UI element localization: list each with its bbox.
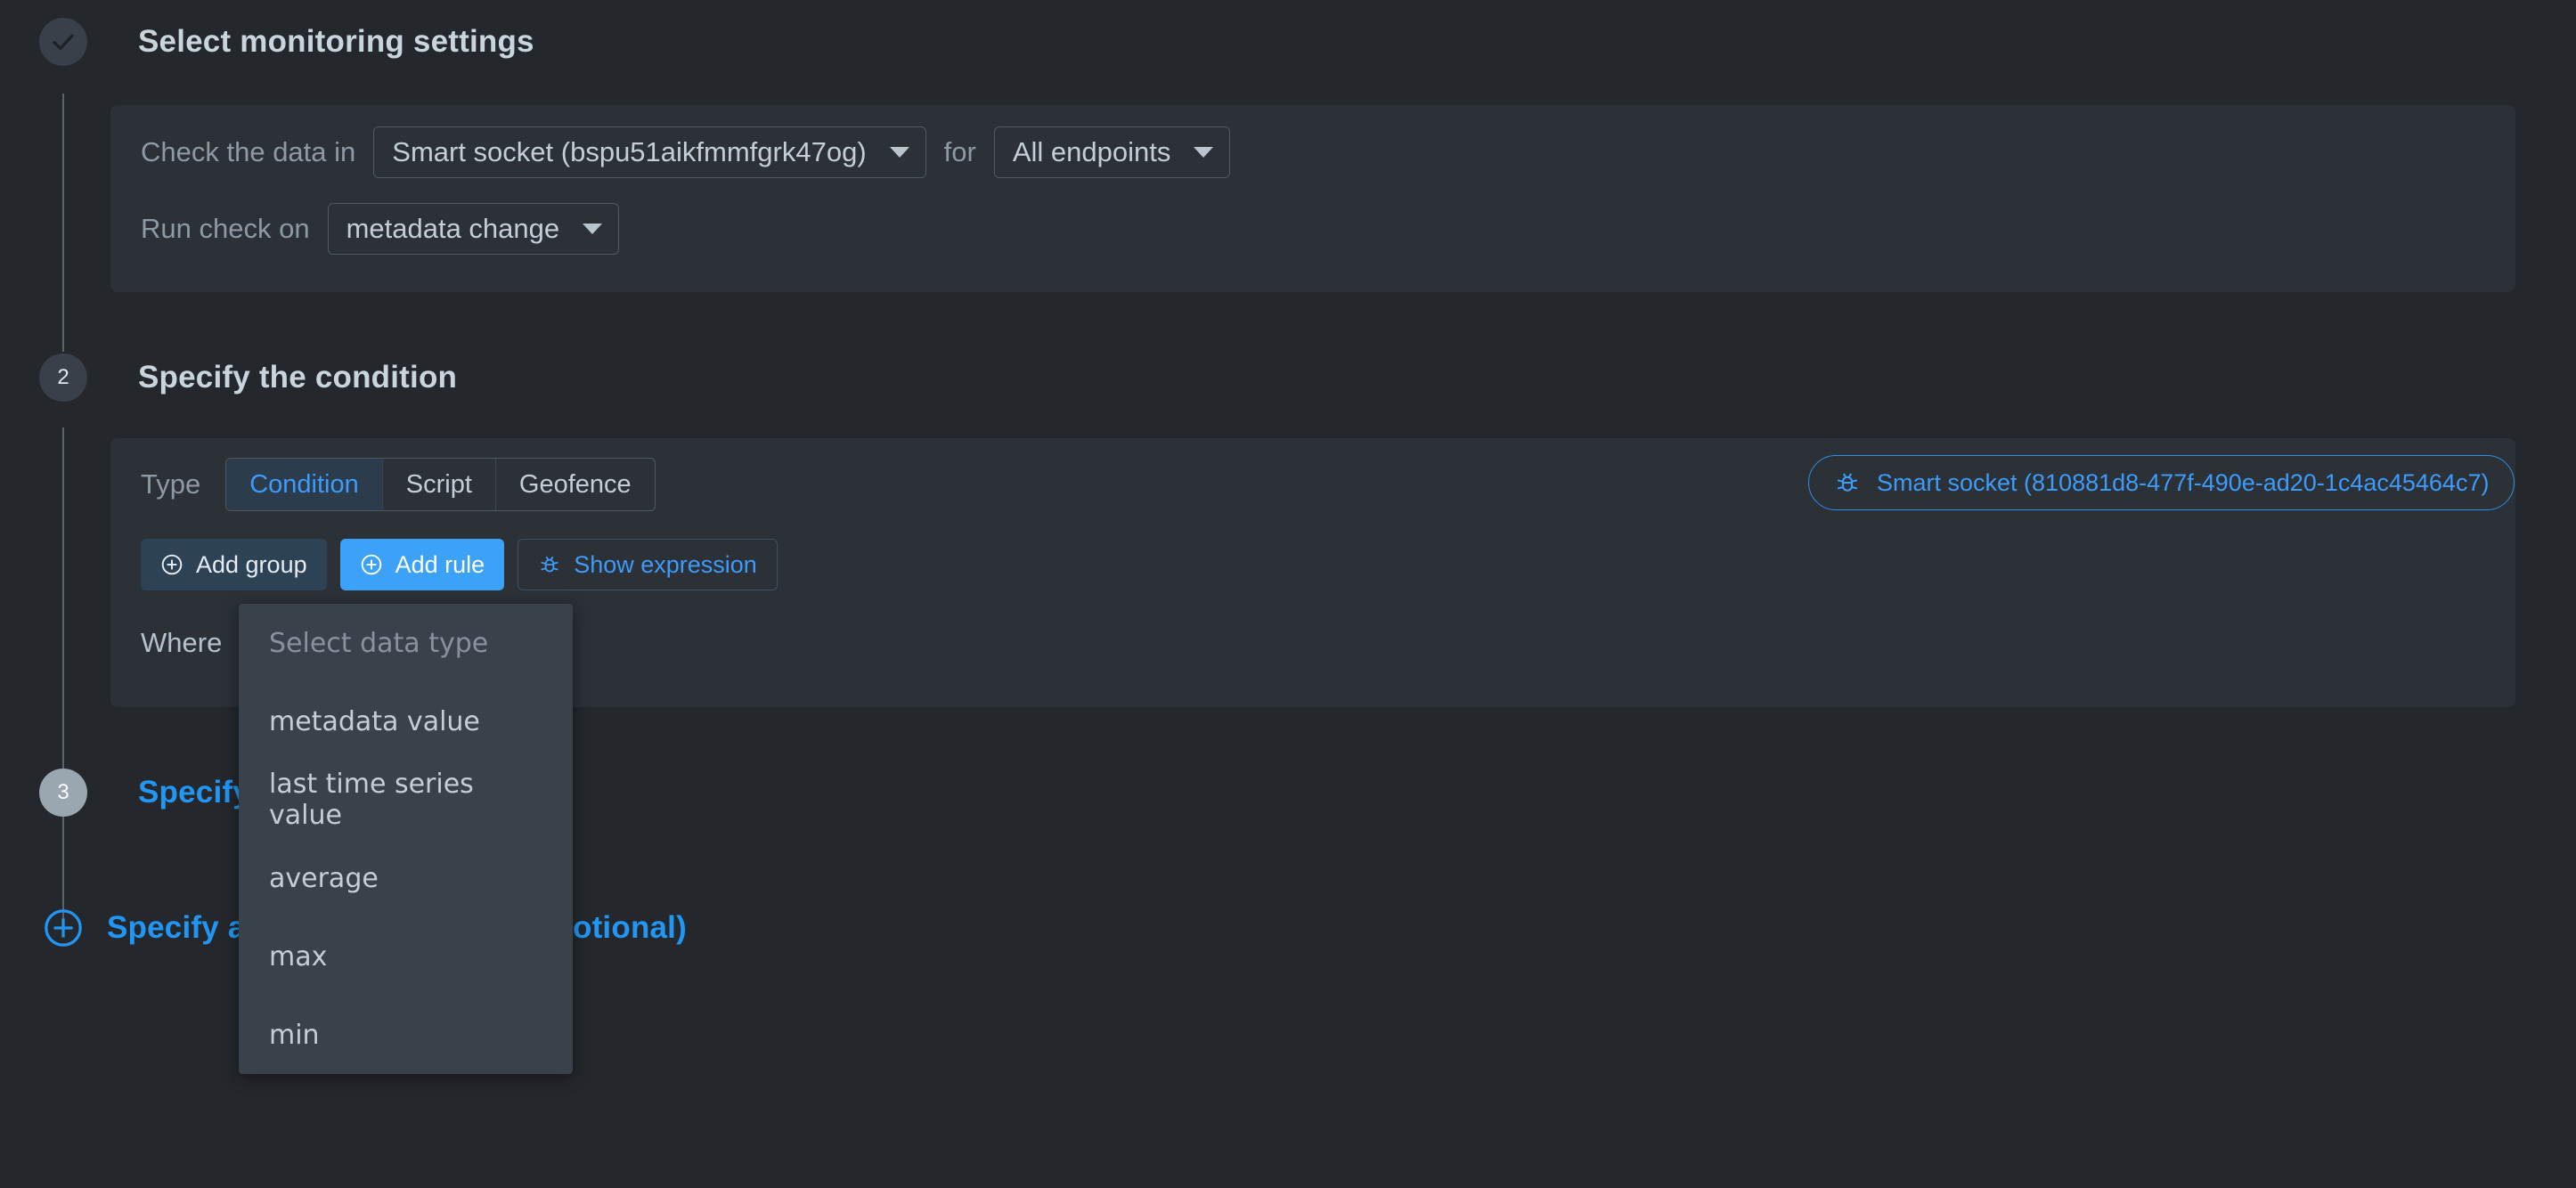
step-3-title[interactable]: Specify — [138, 769, 250, 817]
tab-script[interactable]: Script — [383, 459, 496, 510]
bug-icon — [541, 556, 558, 573]
add-rule-label: Add rule — [395, 550, 485, 578]
step-2-marker[interactable]: 2 — [39, 354, 87, 402]
chevron-down-icon — [889, 147, 909, 158]
data-type-option-max[interactable]: max — [239, 917, 573, 996]
plus-circle-icon — [361, 554, 381, 575]
data-type-option-metadata-value[interactable]: metadata value — [239, 682, 573, 761]
for-label: for — [943, 136, 976, 167]
plus-circle-icon — [161, 554, 183, 575]
data-type-option-min[interactable]: min — [239, 996, 573, 1074]
device-select[interactable]: Smart socket (bspu51aikfmmfgrk47og) — [373, 126, 926, 178]
device-badge-label: Smart socket (810881d8-477f-490e-ad20-1c… — [1877, 468, 2490, 496]
monitoring-settings-panel: Check the data in Smart socket (bspu51ai… — [110, 105, 2515, 292]
type-label: Type — [141, 468, 201, 500]
endpoints-select[interactable]: All endpoints — [993, 126, 1231, 178]
device-badge[interactable]: Smart socket (810881d8-477f-490e-ad20-1c… — [1808, 455, 2515, 510]
tab-geofence[interactable]: Geofence — [496, 459, 655, 510]
step-3-marker[interactable]: 3 — [39, 769, 87, 817]
chevron-down-icon — [1194, 147, 1214, 158]
add-group-label: Add group — [196, 550, 307, 578]
data-type-placeholder: Select data type — [269, 627, 489, 659]
trigger-select[interactable]: metadata change — [327, 203, 620, 255]
show-expression-button[interactable]: Show expression — [518, 539, 778, 590]
condition-type-row: Type Condition Script Geofence — [141, 458, 656, 511]
step-4-title-tail[interactable]: otional) — [573, 904, 687, 952]
device-select-value: Smart socket (bspu51aikfmmfgrk47og) — [392, 136, 867, 167]
data-type-option-last-time-series-value[interactable]: last time series value — [239, 761, 573, 839]
condition-type-tabs: Condition Script Geofence — [225, 458, 656, 511]
data-type-dropdown: Select data type metadata value last tim… — [239, 604, 573, 1074]
show-expression-label: Show expression — [574, 550, 757, 578]
tab-condition[interactable]: Condition — [226, 459, 383, 510]
run-check-on-label: Run check on — [141, 213, 310, 244]
step-1-marker-check-icon[interactable] — [39, 18, 87, 66]
chevron-down-icon — [583, 224, 603, 234]
where-label: Where — [141, 627, 223, 658]
data-type-option-average[interactable]: average — [239, 839, 573, 917]
add-group-button[interactable]: Add group — [141, 539, 327, 590]
step-4-title[interactable]: Specify a — [107, 904, 246, 952]
check-data-in-label: Check the data in — [141, 136, 356, 167]
trigger-select-value: metadata change — [346, 213, 560, 244]
step-2-number: 2 — [57, 365, 69, 389]
check-icon — [53, 34, 74, 51]
step-connector-1 — [62, 94, 64, 352]
run-check-row: Run check on metadata change — [141, 203, 620, 255]
check-data-row: Check the data in Smart socket (bspu51ai… — [141, 126, 1231, 178]
plus-circle-icon — [45, 909, 82, 947]
step-3-number: 3 — [57, 780, 69, 804]
endpoints-select-value: All endpoints — [1012, 136, 1171, 167]
step-4-marker-plus-icon[interactable] — [39, 904, 87, 952]
step-2-title: Specify the condition — [138, 360, 458, 395]
bug-icon — [1837, 473, 1858, 492]
condition-actions-row: Add group Add rule Show expression — [141, 539, 778, 590]
add-rule-button[interactable]: Add rule — [339, 539, 505, 590]
step-1-title: Select monitoring settings — [138, 24, 534, 59]
monitoring-rule-wizard: Select monitoring settings Check the dat… — [0, 0, 2576, 1188]
